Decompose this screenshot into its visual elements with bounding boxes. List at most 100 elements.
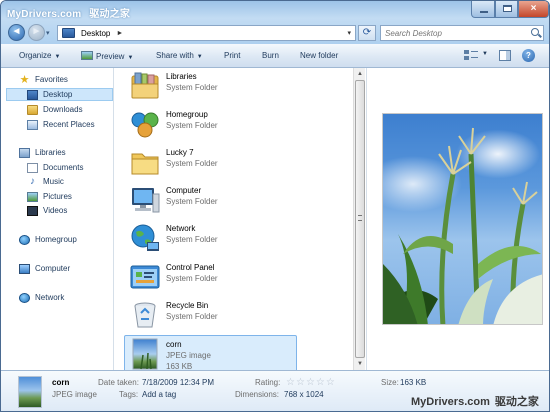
sidebar-item-pictures[interactable]: Pictures — [27, 190, 72, 203]
list-item[interactable]: Control Panel System Folder — [125, 259, 297, 295]
sidebar-item-homegroup[interactable]: Homegroup — [19, 233, 77, 246]
file-name: Recycle Bin — [166, 301, 209, 310]
view-options-dropdown-icon[interactable]: ▼ — [482, 51, 488, 57]
pictures-icon — [27, 191, 38, 202]
list-item[interactable]: Computer System Folder — [125, 182, 297, 218]
organize-button[interactable]: Organize ▼ — [19, 51, 60, 60]
vertical-scrollbar[interactable]: ▲ ▼ — [353, 68, 365, 370]
recent-places-icon — [27, 119, 38, 130]
sidebar-item-libraries[interactable]: Libraries — [19, 146, 66, 159]
list-item[interactable]: Recycle Bin System Folder — [125, 297, 297, 333]
watermark-site: MyDrivers.com — [411, 396, 490, 408]
breadcrumb-separator-icon[interactable]: ► — [116, 30, 123, 37]
burn-button[interactable]: Burn — [262, 51, 279, 60]
maximize-button[interactable] — [495, 1, 518, 18]
file-name: Computer — [166, 186, 202, 195]
list-item[interactable]: Lucky 7 System Folder — [125, 144, 297, 180]
sidebar-item-recent-places[interactable]: Recent Places — [27, 118, 95, 131]
file-name: Libraries — [166, 72, 197, 81]
star-icon[interactable]: ☆ — [316, 378, 325, 388]
minimize-icon — [480, 11, 488, 13]
preview-pane-toggle-icon[interactable] — [499, 50, 511, 61]
sidebar-item-network[interactable]: Network — [19, 291, 64, 304]
tags-input[interactable]: Add a tag — [142, 390, 176, 399]
file-type: System Folder — [166, 235, 218, 244]
recent-pages-dropdown[interactable]: ▾ — [46, 29, 50, 37]
list-item[interactable]: Network System Folder — [125, 220, 297, 256]
address-bar[interactable]: Desktop ► ▾ — [57, 25, 356, 41]
print-button[interactable]: Print — [224, 51, 240, 60]
new-folder-button[interactable]: New folder — [300, 51, 338, 60]
rating-label: Rating: — [255, 378, 281, 387]
forward-button[interactable]: ► — [28, 24, 45, 41]
scrollbar-thumb[interactable] — [355, 80, 365, 358]
sidebar-item-label: Videos — [43, 206, 68, 215]
libraries-icon — [131, 72, 159, 99]
tags-label: Tags: — [119, 390, 139, 399]
details-file-name: corn — [52, 378, 70, 387]
sidebar-item-downloads[interactable]: Downloads — [27, 103, 83, 116]
back-button[interactable]: ◄ — [8, 24, 25, 41]
desktop-icon — [27, 89, 38, 100]
file-type: System Folder — [166, 274, 218, 283]
videos-icon — [27, 205, 38, 216]
sidebar-item-documents[interactable]: Documents — [27, 161, 83, 174]
watermark-bottom: MyDrivers.com 驱动之家 — [411, 393, 539, 409]
sidebar-item-videos[interactable]: Videos — [27, 204, 67, 217]
minimize-button[interactable] — [471, 1, 495, 18]
watermark-top: MyDrivers.com 驱动之家 — [7, 5, 130, 20]
refresh-button[interactable]: ⟳ — [358, 25, 376, 41]
dimensions-label: Dimensions: — [235, 390, 280, 399]
list-item[interactable]: Libraries System Folder — [125, 68, 297, 104]
watermark-cn: 驱动之家 — [494, 396, 539, 408]
scroll-up-icon[interactable]: ▲ — [355, 69, 365, 79]
star-icon: ★ — [19, 73, 30, 86]
size-label: Size: — [381, 378, 399, 387]
rating-stars[interactable]: ☆ ☆ ☆ ☆ ☆ — [286, 378, 335, 388]
desktop-folder-icon — [62, 28, 75, 38]
breadcrumb-desktop[interactable]: Desktop — [81, 29, 110, 38]
sidebar-item-label: Homegroup — [35, 235, 77, 244]
scroll-down-icon[interactable]: ▼ — [355, 359, 365, 369]
preview-button[interactable]: Preview ▼ — [81, 51, 133, 61]
star-icon[interactable]: ☆ — [286, 378, 295, 388]
help-icon[interactable]: ? — [522, 49, 535, 62]
share-with-dropdown-icon: ▼ — [196, 54, 203, 60]
computer-icon — [132, 188, 160, 213]
date-taken-value[interactable]: 7/18/2009 12:34 PM — [142, 378, 214, 387]
star-icon[interactable]: ☆ — [296, 378, 305, 388]
search-box[interactable] — [380, 25, 544, 41]
list-item-selected[interactable]: corn JPEG image 163 KB — [124, 335, 297, 372]
network-icon — [19, 292, 30, 303]
sidebar-item-label: Recent Places — [43, 120, 95, 129]
organize-label: Organize — [19, 51, 52, 60]
change-view-icon[interactable] — [464, 50, 478, 61]
file-name: Network — [166, 224, 196, 233]
share-with-button[interactable]: Share with ▼ — [156, 51, 203, 60]
preview-icon — [81, 51, 93, 60]
homegroup-icon — [131, 112, 159, 138]
search-input[interactable] — [381, 28, 521, 38]
sidebar-item-label: Libraries — [35, 148, 66, 157]
list-item[interactable]: Homegroup System Folder — [125, 106, 297, 142]
sidebar-item-label: Network — [35, 293, 65, 302]
homegroup-icon — [19, 234, 30, 245]
address-history-dropdown[interactable]: ▾ — [347, 29, 351, 37]
file-name: Control Panel — [166, 263, 215, 272]
file-type: System Folder — [166, 83, 218, 92]
preview-dropdown-icon: ▼ — [127, 55, 134, 61]
preview-pane — [366, 68, 549, 370]
music-icon: ♪ — [30, 175, 35, 187]
sidebar-item-favorites[interactable]: ★ Favorites — [19, 73, 68, 86]
date-taken-label: Date taken: — [98, 378, 139, 387]
star-icon[interactable]: ☆ — [326, 378, 335, 388]
sidebar-item-desktop[interactable]: Desktop — [6, 88, 113, 101]
sidebar-item-label: Downloads — [43, 105, 83, 114]
sidebar-item-computer[interactable]: Computer — [19, 262, 70, 275]
star-icon[interactable]: ☆ — [306, 378, 315, 388]
close-button[interactable]: × — [518, 1, 549, 18]
size-value: 163 KB — [400, 378, 427, 387]
sidebar-item-music[interactable]: ♪ Music — [27, 175, 64, 188]
maximize-icon — [503, 5, 512, 12]
details-thumbnail — [18, 376, 42, 408]
